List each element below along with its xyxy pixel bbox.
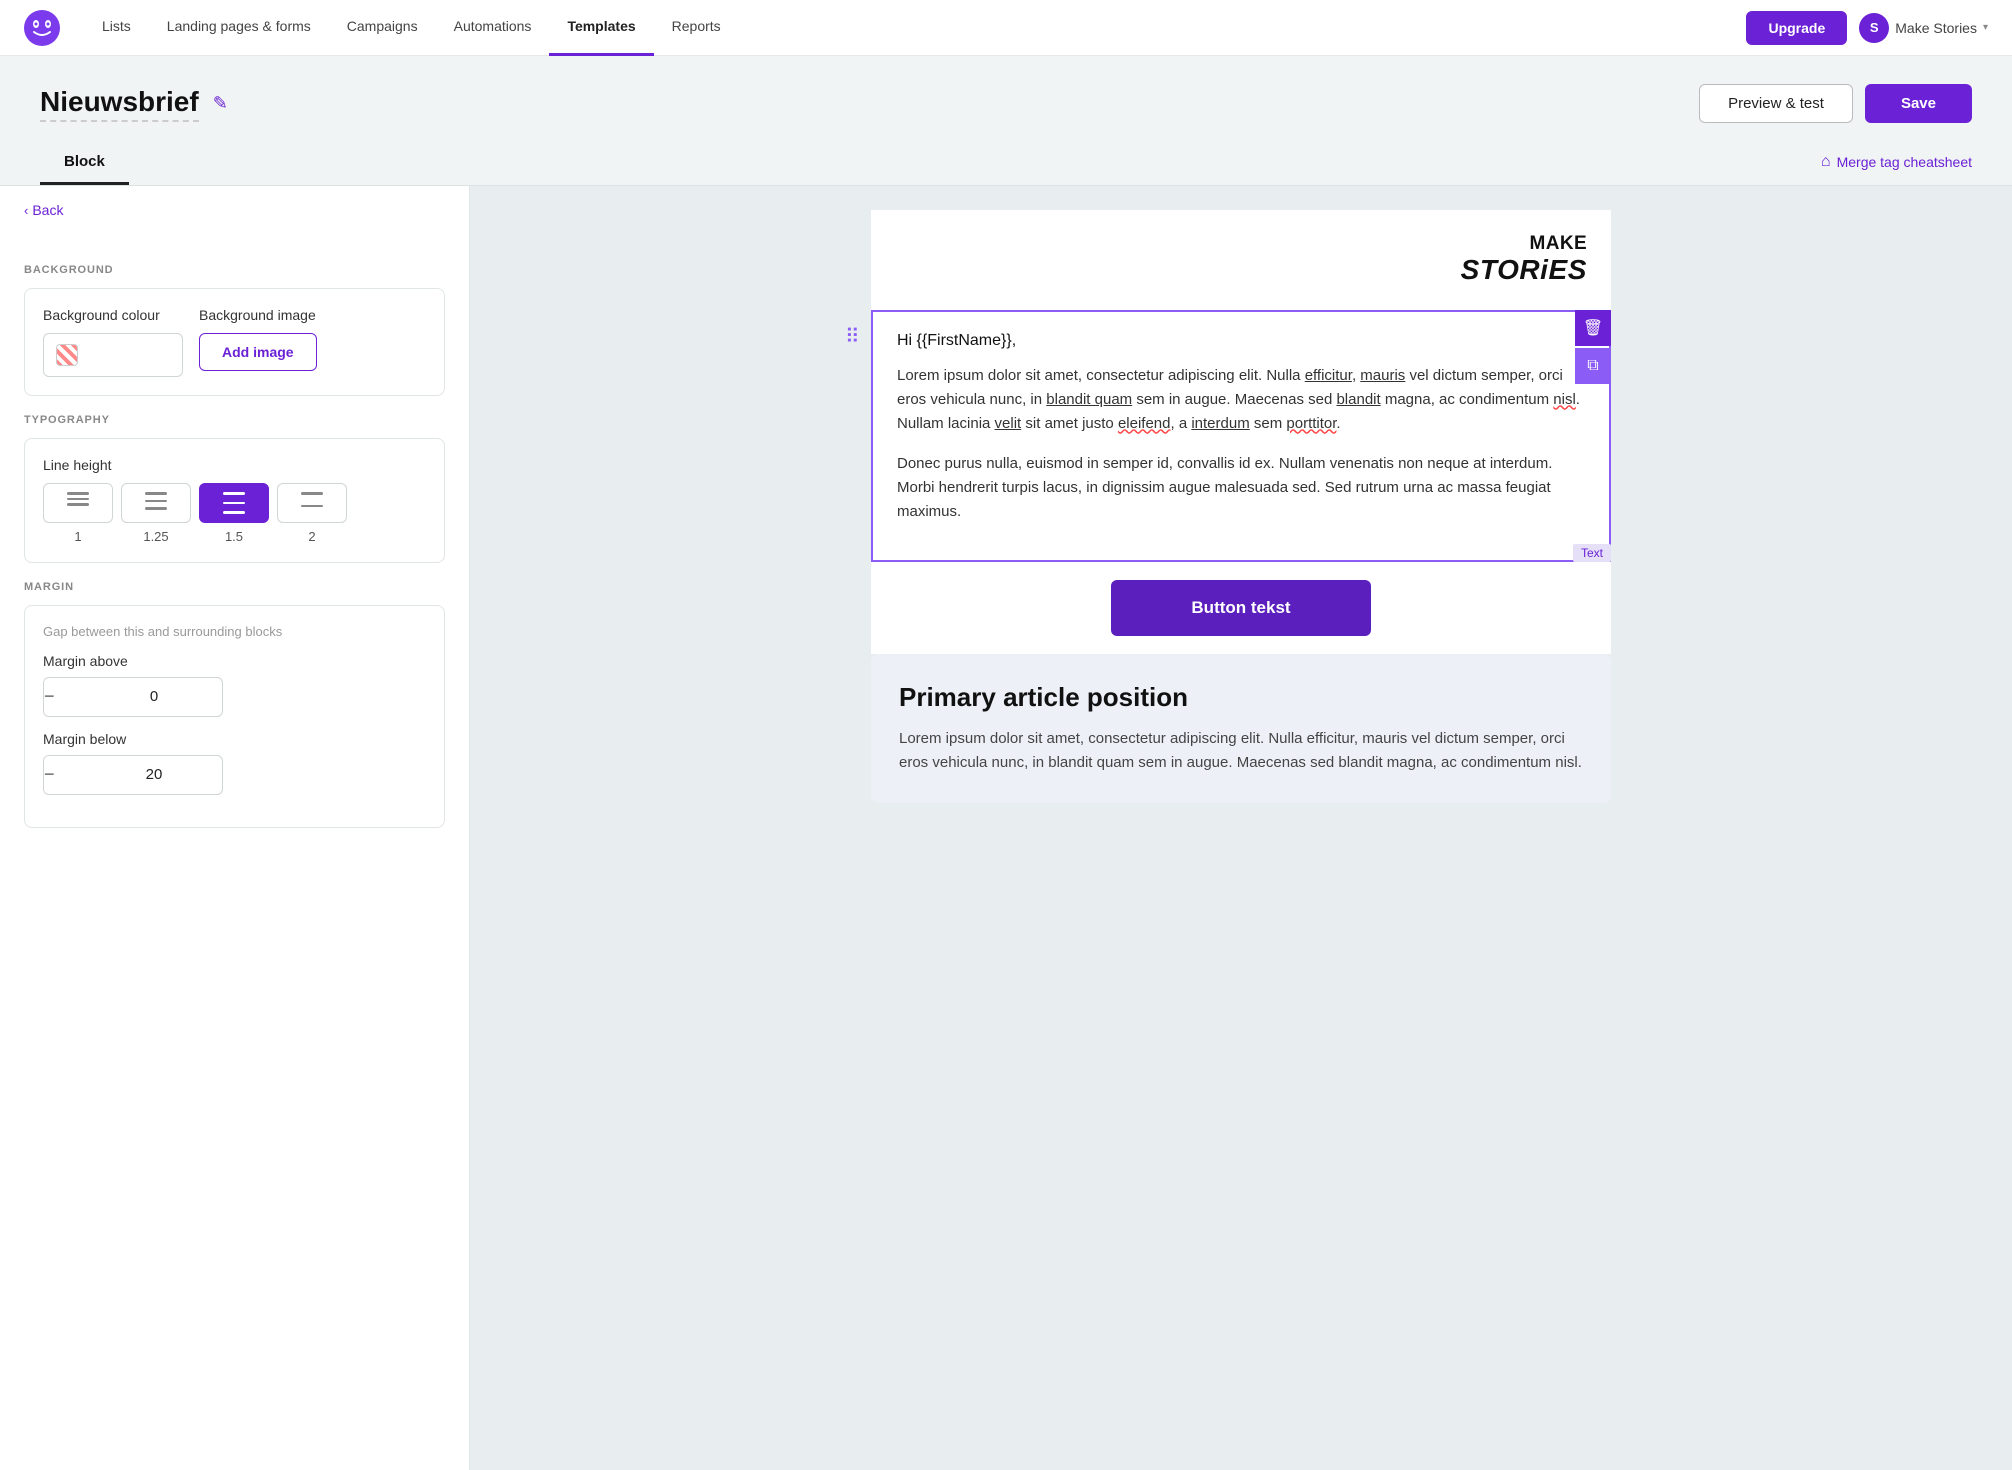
bg-colour-col: Background colour	[43, 307, 183, 377]
logo-make-text: MAKE	[1530, 234, 1587, 255]
text-block[interactable]: 🗑 ⧉ ⠿ Hi {{FirstName}}, Lorem ipsum dolo…	[871, 310, 1611, 562]
lh-2[interactable]	[277, 483, 347, 523]
avatar: S	[1859, 13, 1889, 43]
back-button[interactable]: ‹ Back	[0, 186, 469, 226]
main-layout: ‹ Back BACKGROUND Background colour Back…	[0, 186, 2012, 1470]
bg-image-label: Background image	[199, 307, 317, 323]
email-cta-button[interactable]: Button tekst	[1111, 580, 1370, 636]
button-block: Button tekst	[871, 562, 1611, 654]
bg-colour-input[interactable]	[43, 333, 183, 377]
nav-campaigns[interactable]: Campaigns	[329, 0, 436, 56]
tab-block[interactable]: Block	[40, 139, 129, 185]
page-title: Nieuwsbrief	[40, 86, 199, 122]
upgrade-button[interactable]: Upgrade	[1746, 11, 1847, 45]
typography-section-label: TYPOGRAPHY	[24, 414, 445, 426]
merge-tag-label: Merge tag cheatsheet	[1837, 154, 1972, 170]
text-type-label: Text	[1573, 544, 1611, 562]
margin-below-row: Margin below − px +	[43, 731, 426, 795]
delete-block-button[interactable]: 🗑	[1575, 310, 1611, 346]
app-logo	[24, 10, 60, 46]
lh-lines-icon	[223, 492, 245, 514]
chevron-down-icon: ▾	[1983, 22, 1988, 33]
edit-icon[interactable]: ✎	[213, 93, 228, 114]
article-block: Primary article position Lorem ipsum dol…	[871, 654, 1611, 803]
lh-label-2: 2	[277, 529, 347, 544]
user-name: Make Stories	[1895, 20, 1977, 36]
lh-lines-icon	[67, 492, 89, 506]
nav-landing-pages[interactable]: Landing pages & forms	[149, 0, 329, 56]
nav-lists[interactable]: Lists	[84, 0, 149, 56]
lh-label-1-25: 1.25	[121, 529, 191, 544]
logo-block: MAKE STORiES	[871, 210, 1611, 310]
article-title: Primary article position	[899, 682, 1583, 713]
background-card: Background colour Background image Add i…	[24, 288, 445, 396]
toolbar-left: Nieuwsbrief ✎	[40, 86, 228, 122]
margin-above-label: Margin above	[43, 653, 426, 669]
nav-links: Lists Landing pages & forms Campaigns Au…	[84, 0, 1746, 56]
save-button[interactable]: Save	[1865, 84, 1972, 123]
back-label: Back	[32, 202, 63, 218]
email-canvas: MAKE STORiES 🗑 ⧉ ⠿ Hi {{FirstName}}, Lor…	[470, 186, 2012, 1470]
margin-desc: Gap between this and surrounding blocks	[43, 624, 426, 639]
margin-below-label: Margin below	[43, 731, 426, 747]
lh-label-1-5: 1.5	[199, 529, 269, 544]
toolbar-right: Preview & test Save	[1699, 84, 1972, 123]
lh-1-25[interactable]	[121, 483, 191, 523]
margin-below-decrease[interactable]: −	[44, 756, 55, 794]
lh-labels: 1 1.25 1.5 2	[43, 529, 426, 544]
margin-below-value[interactable]	[55, 766, 223, 783]
bg-image-col: Background image Add image	[199, 307, 317, 377]
nav-automations[interactable]: Automations	[436, 0, 550, 56]
typography-card: Line height	[24, 438, 445, 563]
lh-lines-icon	[145, 492, 167, 510]
sidebar-content: BACKGROUND Background colour Background …	[0, 226, 469, 886]
lh-1[interactable]	[43, 483, 113, 523]
merge-tag-link[interactable]: ⌂ Merge tag cheatsheet	[1821, 139, 1972, 185]
logo-stories-text: STORiES	[1461, 255, 1587, 286]
margin-card: Gap between this and surrounding blocks …	[24, 605, 445, 828]
tag-icon: ⌂	[1821, 153, 1831, 171]
drag-handle-icon[interactable]: ⠿	[845, 324, 860, 349]
margin-above-row: Margin above − px +	[43, 653, 426, 717]
text-block-container: 🗑 ⧉ ⠿ Hi {{FirstName}}, Lorem ipsum dolo…	[871, 310, 1611, 562]
line-height-options	[43, 483, 426, 523]
lh-label-1: 1	[43, 529, 113, 544]
navigation: Lists Landing pages & forms Campaigns Au…	[0, 0, 2012, 56]
duplicate-block-button[interactable]: ⧉	[1575, 348, 1611, 384]
background-section-label: BACKGROUND	[24, 264, 445, 276]
line-height-label: Line height	[43, 457, 426, 473]
bg-colour-label: Background colour	[43, 307, 183, 323]
nav-templates[interactable]: Templates	[549, 0, 653, 56]
text-block-content: Hi {{FirstName}}, Lorem ipsum dolor sit …	[873, 312, 1609, 560]
make-stories-logo: MAKE STORiES	[1461, 234, 1587, 286]
preview-button[interactable]: Preview & test	[1699, 84, 1853, 123]
paragraph-2: Donec purus nulla, euismod in semper id,…	[897, 452, 1585, 524]
margin-below-input: − px +	[43, 755, 223, 795]
margin-section-label: MARGIN	[24, 581, 445, 593]
margin-above-decrease[interactable]: −	[44, 678, 55, 716]
nav-right: Upgrade S Make Stories ▾	[1746, 11, 1988, 45]
tabs-row: Block ⌂ Merge tag cheatsheet	[0, 139, 2012, 186]
text-block-actions: 🗑 ⧉	[1575, 310, 1611, 384]
color-swatch	[56, 344, 78, 366]
background-options: Background colour Background image Add i…	[43, 307, 426, 377]
paragraph-1: Lorem ipsum dolor sit amet, consectetur …	[897, 364, 1585, 436]
margin-above-value[interactable]	[55, 688, 223, 705]
canvas-inner: MAKE STORiES 🗑 ⧉ ⠿ Hi {{FirstName}}, Lor…	[871, 210, 1611, 1446]
margin-above-input: − px +	[43, 677, 223, 717]
nav-reports[interactable]: Reports	[654, 0, 739, 56]
add-image-button[interactable]: Add image	[199, 333, 317, 371]
greeting-text: Hi {{FirstName}},	[897, 332, 1585, 350]
tabs: Block	[40, 139, 129, 185]
toolbar: Nieuwsbrief ✎ Preview & test Save	[0, 56, 2012, 139]
back-chevron-icon: ‹	[24, 203, 28, 218]
sidebar: ‹ Back BACKGROUND Background colour Back…	[0, 186, 470, 1470]
user-menu[interactable]: S Make Stories ▾	[1859, 13, 1988, 43]
article-body: Lorem ipsum dolor sit amet, consectetur …	[899, 727, 1583, 775]
lh-1-5[interactable]	[199, 483, 269, 523]
lh-lines-icon	[301, 492, 323, 507]
